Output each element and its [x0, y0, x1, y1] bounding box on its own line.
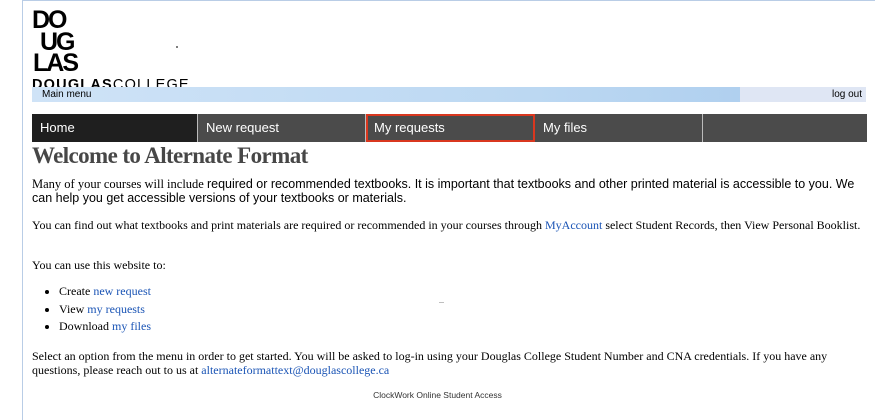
- douglas-logo-mark: DO UG LAS: [32, 7, 80, 73]
- booklist-paragraph: You can find out what textbooks and prin…: [32, 218, 862, 232]
- list-item-verb: View: [59, 301, 85, 316]
- list-item: View my requests: [59, 301, 151, 319]
- nav-my-files[interactable]: My files: [535, 114, 703, 142]
- main-menu-title: Main menu: [42, 89, 92, 100]
- intro-paragraph: Many of your courses will include requir…: [32, 177, 862, 205]
- intro-serif-text: Many of your courses will include: [32, 177, 207, 191]
- nav-my-requests[interactable]: My requests: [366, 114, 535, 142]
- nav-new-request[interactable]: New request: [198, 114, 366, 142]
- logout-link[interactable]: log out: [832, 87, 862, 102]
- uses-intro: You can use this website to:: [32, 258, 166, 272]
- new-request-link[interactable]: new request: [93, 284, 151, 298]
- closing-text: Select an option from the menu in order …: [32, 349, 828, 377]
- main-menu-bar: Main menu log out: [32, 87, 866, 102]
- page-title: Welcome to Alternate Format: [32, 143, 308, 168]
- nav-empty-slot: [703, 114, 867, 142]
- decorative-dot: [176, 46, 178, 48]
- myaccount-link[interactable]: MyAccount: [545, 218, 602, 232]
- nav-home[interactable]: Home: [32, 114, 198, 142]
- douglas-college-logo[interactable]: DO UG LAS DOUGLASCOLLEGE: [32, 7, 192, 92]
- footer-text: ClockWork Online Student Access: [373, 390, 502, 400]
- logo-mark-line-3: LAS: [33, 49, 78, 73]
- decorative-mark: [439, 302, 444, 303]
- list-item: Download my files: [59, 318, 151, 336]
- booklist-pre-text: You can find out what textbooks and prin…: [32, 218, 545, 232]
- list-item: Create new request: [59, 283, 151, 301]
- logout-area: log out: [740, 87, 866, 102]
- list-item-verb: Create: [59, 284, 91, 298]
- main-nav: Home New request My requests My files: [32, 114, 867, 142]
- my-requests-link[interactable]: my requests: [87, 302, 145, 316]
- uses-list: Create new request View my requests Down…: [32, 283, 151, 336]
- list-item-verb: Download: [59, 319, 109, 333]
- frame-border-left: [22, 0, 23, 420]
- support-email-link[interactable]: alternateformattext@douglascollege.ca: [201, 363, 389, 377]
- frame-border-top: [22, 0, 875, 1]
- my-files-link[interactable]: my files: [112, 319, 151, 333]
- closing-paragraph: Select an option from the menu in order …: [32, 349, 867, 377]
- booklist-post-text: select Student Records, then View Person…: [602, 218, 861, 232]
